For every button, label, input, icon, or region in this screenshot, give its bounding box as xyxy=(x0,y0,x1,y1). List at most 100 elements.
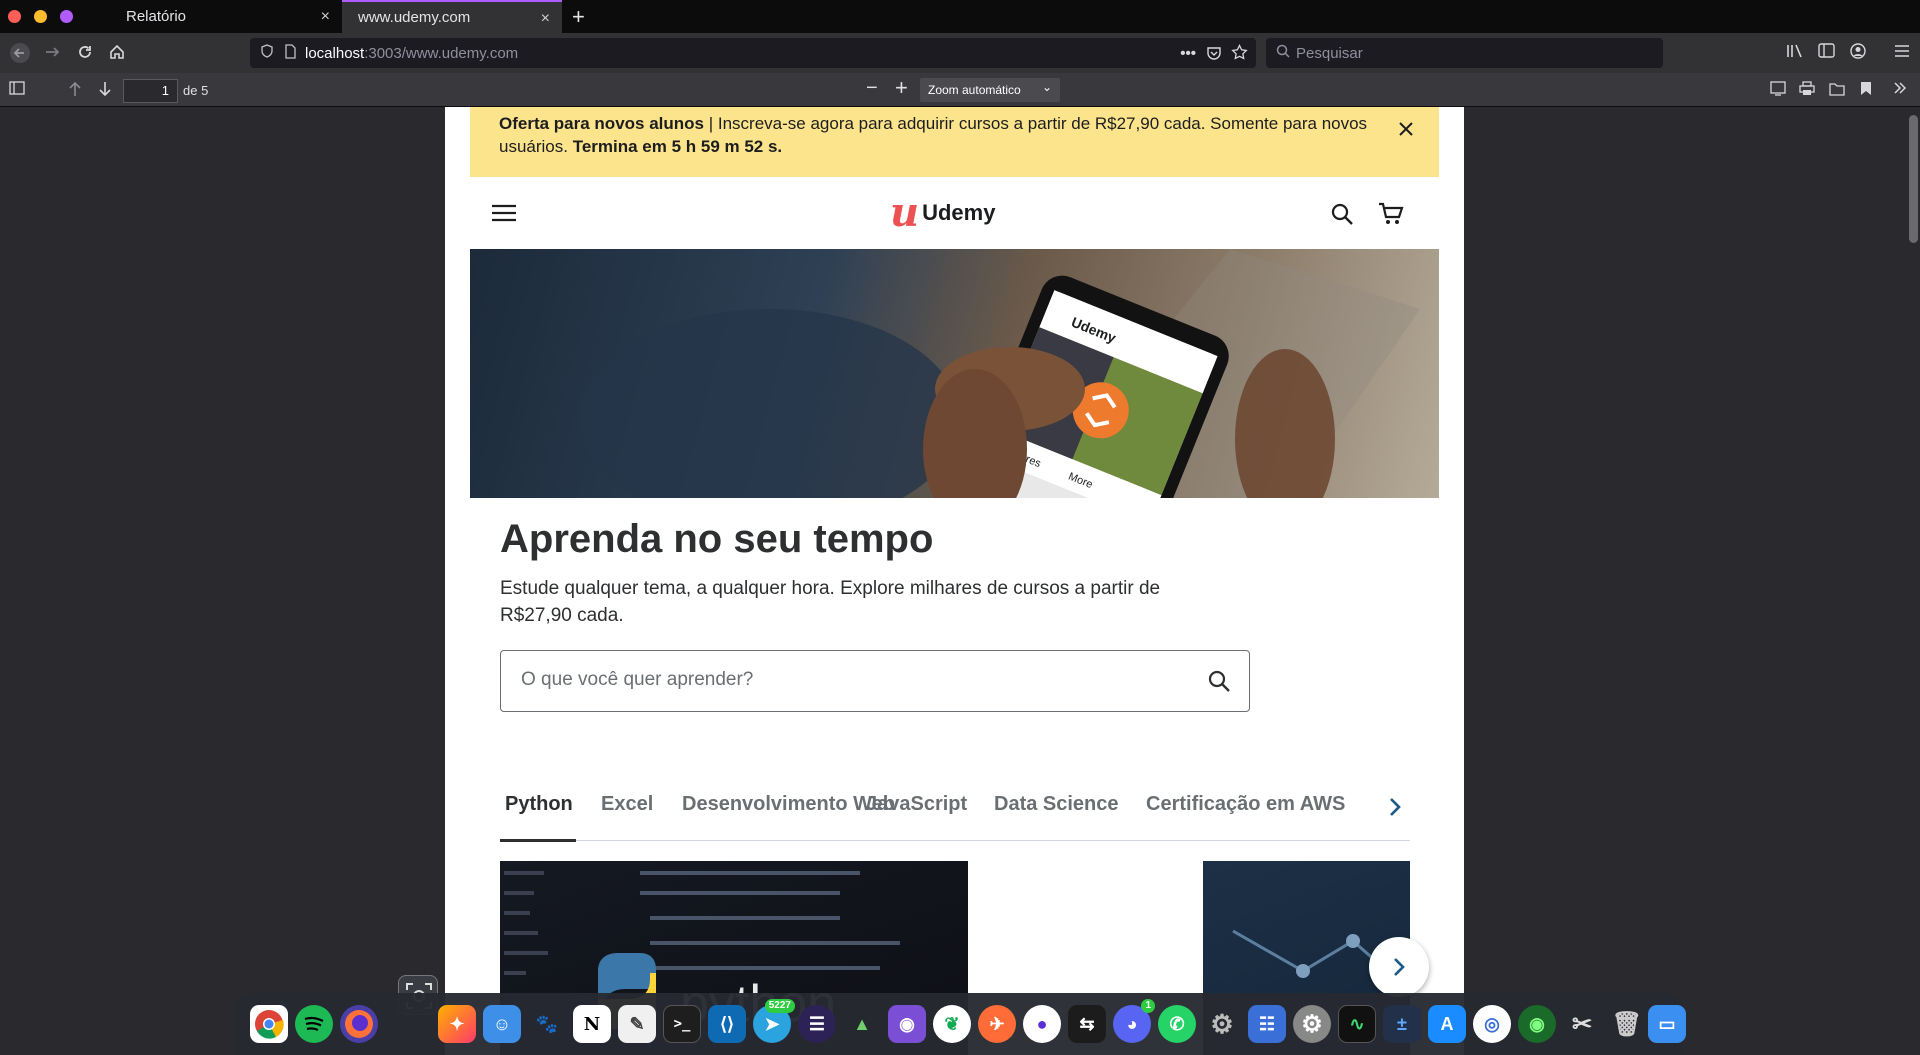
rocket-icon[interactable]: ▲ xyxy=(843,1005,881,1043)
discord-icon[interactable]: ◕ 1 xyxy=(1113,999,1155,1043)
spotify-icon[interactable] xyxy=(295,1005,333,1043)
maximize-window-button[interactable] xyxy=(60,10,73,23)
dock: ✦ ☺ 🐾 N ✎ >_ ⟨⟩ ➤ 5227 ☰ ▲ ◉ ❦ ✈ ● ⇆ ◕ 1 ✆… xyxy=(236,993,1686,1055)
browser-icon[interactable]: ◎ xyxy=(1473,1005,1511,1043)
hamburger-menu-icon[interactable] xyxy=(492,204,516,227)
close-tab-icon[interactable]: × xyxy=(541,10,550,28)
page-title: Aprenda no seu tempo xyxy=(500,517,934,561)
tools-chevron-icon[interactable] xyxy=(1893,81,1907,99)
discord-badge: 1 xyxy=(1141,999,1155,1013)
tab-udemy[interactable]: www.udemy.com × xyxy=(342,0,562,33)
udemy-logo[interactable]: u Udemy xyxy=(890,193,995,233)
eclipse-icon[interactable]: ☰ xyxy=(798,1005,836,1043)
postman-icon[interactable]: ✈ xyxy=(978,1005,1016,1043)
previous-page-icon[interactable] xyxy=(68,81,82,101)
page-number-input[interactable]: 1 xyxy=(123,79,178,103)
account-icon[interactable] xyxy=(1850,43,1866,64)
trash-icon[interactable]: 🗑 xyxy=(1608,1005,1646,1043)
zoom-out-button[interactable]: − xyxy=(866,77,878,100)
zoom-label: Zoom automático xyxy=(928,83,1021,97)
carousel-next-button[interactable] xyxy=(1369,937,1429,997)
telegram-icon[interactable]: ➤ 5227 xyxy=(753,999,795,1043)
shield-icon[interactable] xyxy=(260,44,274,62)
scissors-icon[interactable]: ✂ xyxy=(1563,1005,1601,1043)
toggle-sidebar-icon[interactable] xyxy=(9,81,25,99)
course-search-input[interactable]: O que você quer aprender? xyxy=(500,650,1250,712)
tab-relatorio[interactable]: Relatório × xyxy=(110,0,342,33)
pocket-icon[interactable] xyxy=(1206,45,1222,65)
scrollbar-thumb[interactable] xyxy=(1909,115,1918,243)
next-page-icon[interactable] xyxy=(98,81,112,101)
back-icon[interactable] xyxy=(10,43,30,68)
radar-icon[interactable]: ◉ xyxy=(1518,1005,1556,1043)
new-tab-button[interactable]: + xyxy=(572,4,585,30)
save-icon[interactable] xyxy=(1829,81,1845,100)
url-bar[interactable]: localhost :3003/www.udemy.com ••• xyxy=(250,38,1256,68)
navigation-bar: localhost :3003/www.udemy.com ••• Pesqui… xyxy=(0,33,1920,73)
settings-gear-icon[interactable]: ⚙ xyxy=(1203,1005,1241,1043)
chrome-icon[interactable] xyxy=(250,1005,288,1043)
web-search-box[interactable]: Pesquisar xyxy=(1266,38,1663,68)
firefox-icon[interactable] xyxy=(340,1005,378,1043)
pdf-viewer[interactable]: Oferta para novos alunos | Inscreva-se a… xyxy=(0,107,1920,1055)
sidebar-icon[interactable] xyxy=(1818,43,1835,63)
text-editor-icon[interactable]: ✎ xyxy=(618,1005,656,1043)
forward-icon[interactable] xyxy=(43,43,61,66)
search-icon[interactable] xyxy=(1330,202,1354,231)
telegram-badge: 5227 xyxy=(764,999,795,1013)
tab-label: www.udemy.com xyxy=(358,9,471,26)
tab-label: Excel xyxy=(601,793,654,815)
github-icon[interactable]: ◉ xyxy=(888,1005,926,1043)
promo-timer: Termina em 5 h 59 m 52 s. xyxy=(572,137,783,156)
tab-web-development[interactable]: Desenvolvimento Web xyxy=(682,793,895,816)
zoom-in-button[interactable]: + xyxy=(895,75,908,101)
print-icon[interactable] xyxy=(1799,81,1815,100)
toggles-icon[interactable]: ☷ xyxy=(1248,1005,1286,1043)
bookmark-icon[interactable] xyxy=(1860,81,1872,100)
active-tab-underline xyxy=(500,839,576,842)
tab-javascript[interactable]: JavaScript xyxy=(866,793,967,816)
vscode-icon[interactable]: ⟨⟩ xyxy=(708,1005,746,1043)
page-icon xyxy=(284,43,297,63)
pdf-toolbar: 1 de 5 − + Zoom automático ⌄ xyxy=(0,73,1920,107)
tab-excel[interactable]: Excel xyxy=(601,793,653,816)
downloads-folder-icon[interactable]: ▭ xyxy=(1648,1005,1686,1043)
gimp-icon[interactable]: 🐾 xyxy=(528,1005,566,1043)
tab-label: Desenvolvimento Web xyxy=(682,793,896,815)
app-store-icon[interactable]: A xyxy=(1428,1005,1466,1043)
chevron-down-icon: ⌄ xyxy=(1041,80,1052,94)
close-tab-icon[interactable]: × xyxy=(321,8,330,26)
site-header: u Udemy xyxy=(470,177,1439,249)
presentation-mode-icon[interactable] xyxy=(1770,81,1786,100)
library-icon[interactable] xyxy=(1786,43,1804,64)
close-window-button[interactable] xyxy=(8,10,21,23)
page-actions-icon[interactable]: ••• xyxy=(1180,45,1196,62)
url-path: :3003/www.udemy.com xyxy=(364,44,519,62)
finder-icon[interactable]: ☺ xyxy=(483,1005,521,1043)
tab-data-science[interactable]: Data Science xyxy=(994,793,1119,816)
tab-aws-certification[interactable]: Certificação em AWS xyxy=(1146,793,1345,816)
activity-monitor-icon[interactable]: ∿ xyxy=(1338,1005,1376,1043)
calculator-icon[interactable]: ± xyxy=(1383,1005,1421,1043)
minimize-window-button[interactable] xyxy=(34,10,47,23)
notion-icon[interactable]: N xyxy=(573,1005,611,1043)
reload-icon[interactable] xyxy=(76,43,94,66)
tab-python[interactable]: Python xyxy=(505,793,573,816)
teamviewer-icon[interactable]: ⇆ xyxy=(1068,1005,1106,1043)
search-placeholder: O que você quer aprender? xyxy=(521,669,754,690)
chevron-right-icon[interactable] xyxy=(1389,797,1401,822)
terminal-icon[interactable]: >_ xyxy=(663,1005,701,1043)
flare-icon[interactable]: ✦ xyxy=(438,1005,476,1043)
close-icon[interactable] xyxy=(1398,117,1414,140)
system-preferences-icon[interactable]: ⚙ xyxy=(1293,1005,1331,1043)
home-icon[interactable] xyxy=(108,43,126,66)
hero-illustration: Udemy Lectures More xyxy=(580,249,1420,498)
zoom-select[interactable]: Zoom automático ⌄ xyxy=(920,78,1060,102)
cart-icon[interactable] xyxy=(1378,201,1404,232)
mongodb-icon[interactable]: ❦ xyxy=(933,1005,971,1043)
whatsapp-icon[interactable]: ✆ xyxy=(1158,1005,1196,1043)
search-icon[interactable] xyxy=(1207,669,1231,698)
menu-icon[interactable] xyxy=(1894,43,1910,63)
bookmark-star-icon[interactable] xyxy=(1231,44,1248,65)
app-icon[interactable]: ● xyxy=(1023,1005,1061,1043)
